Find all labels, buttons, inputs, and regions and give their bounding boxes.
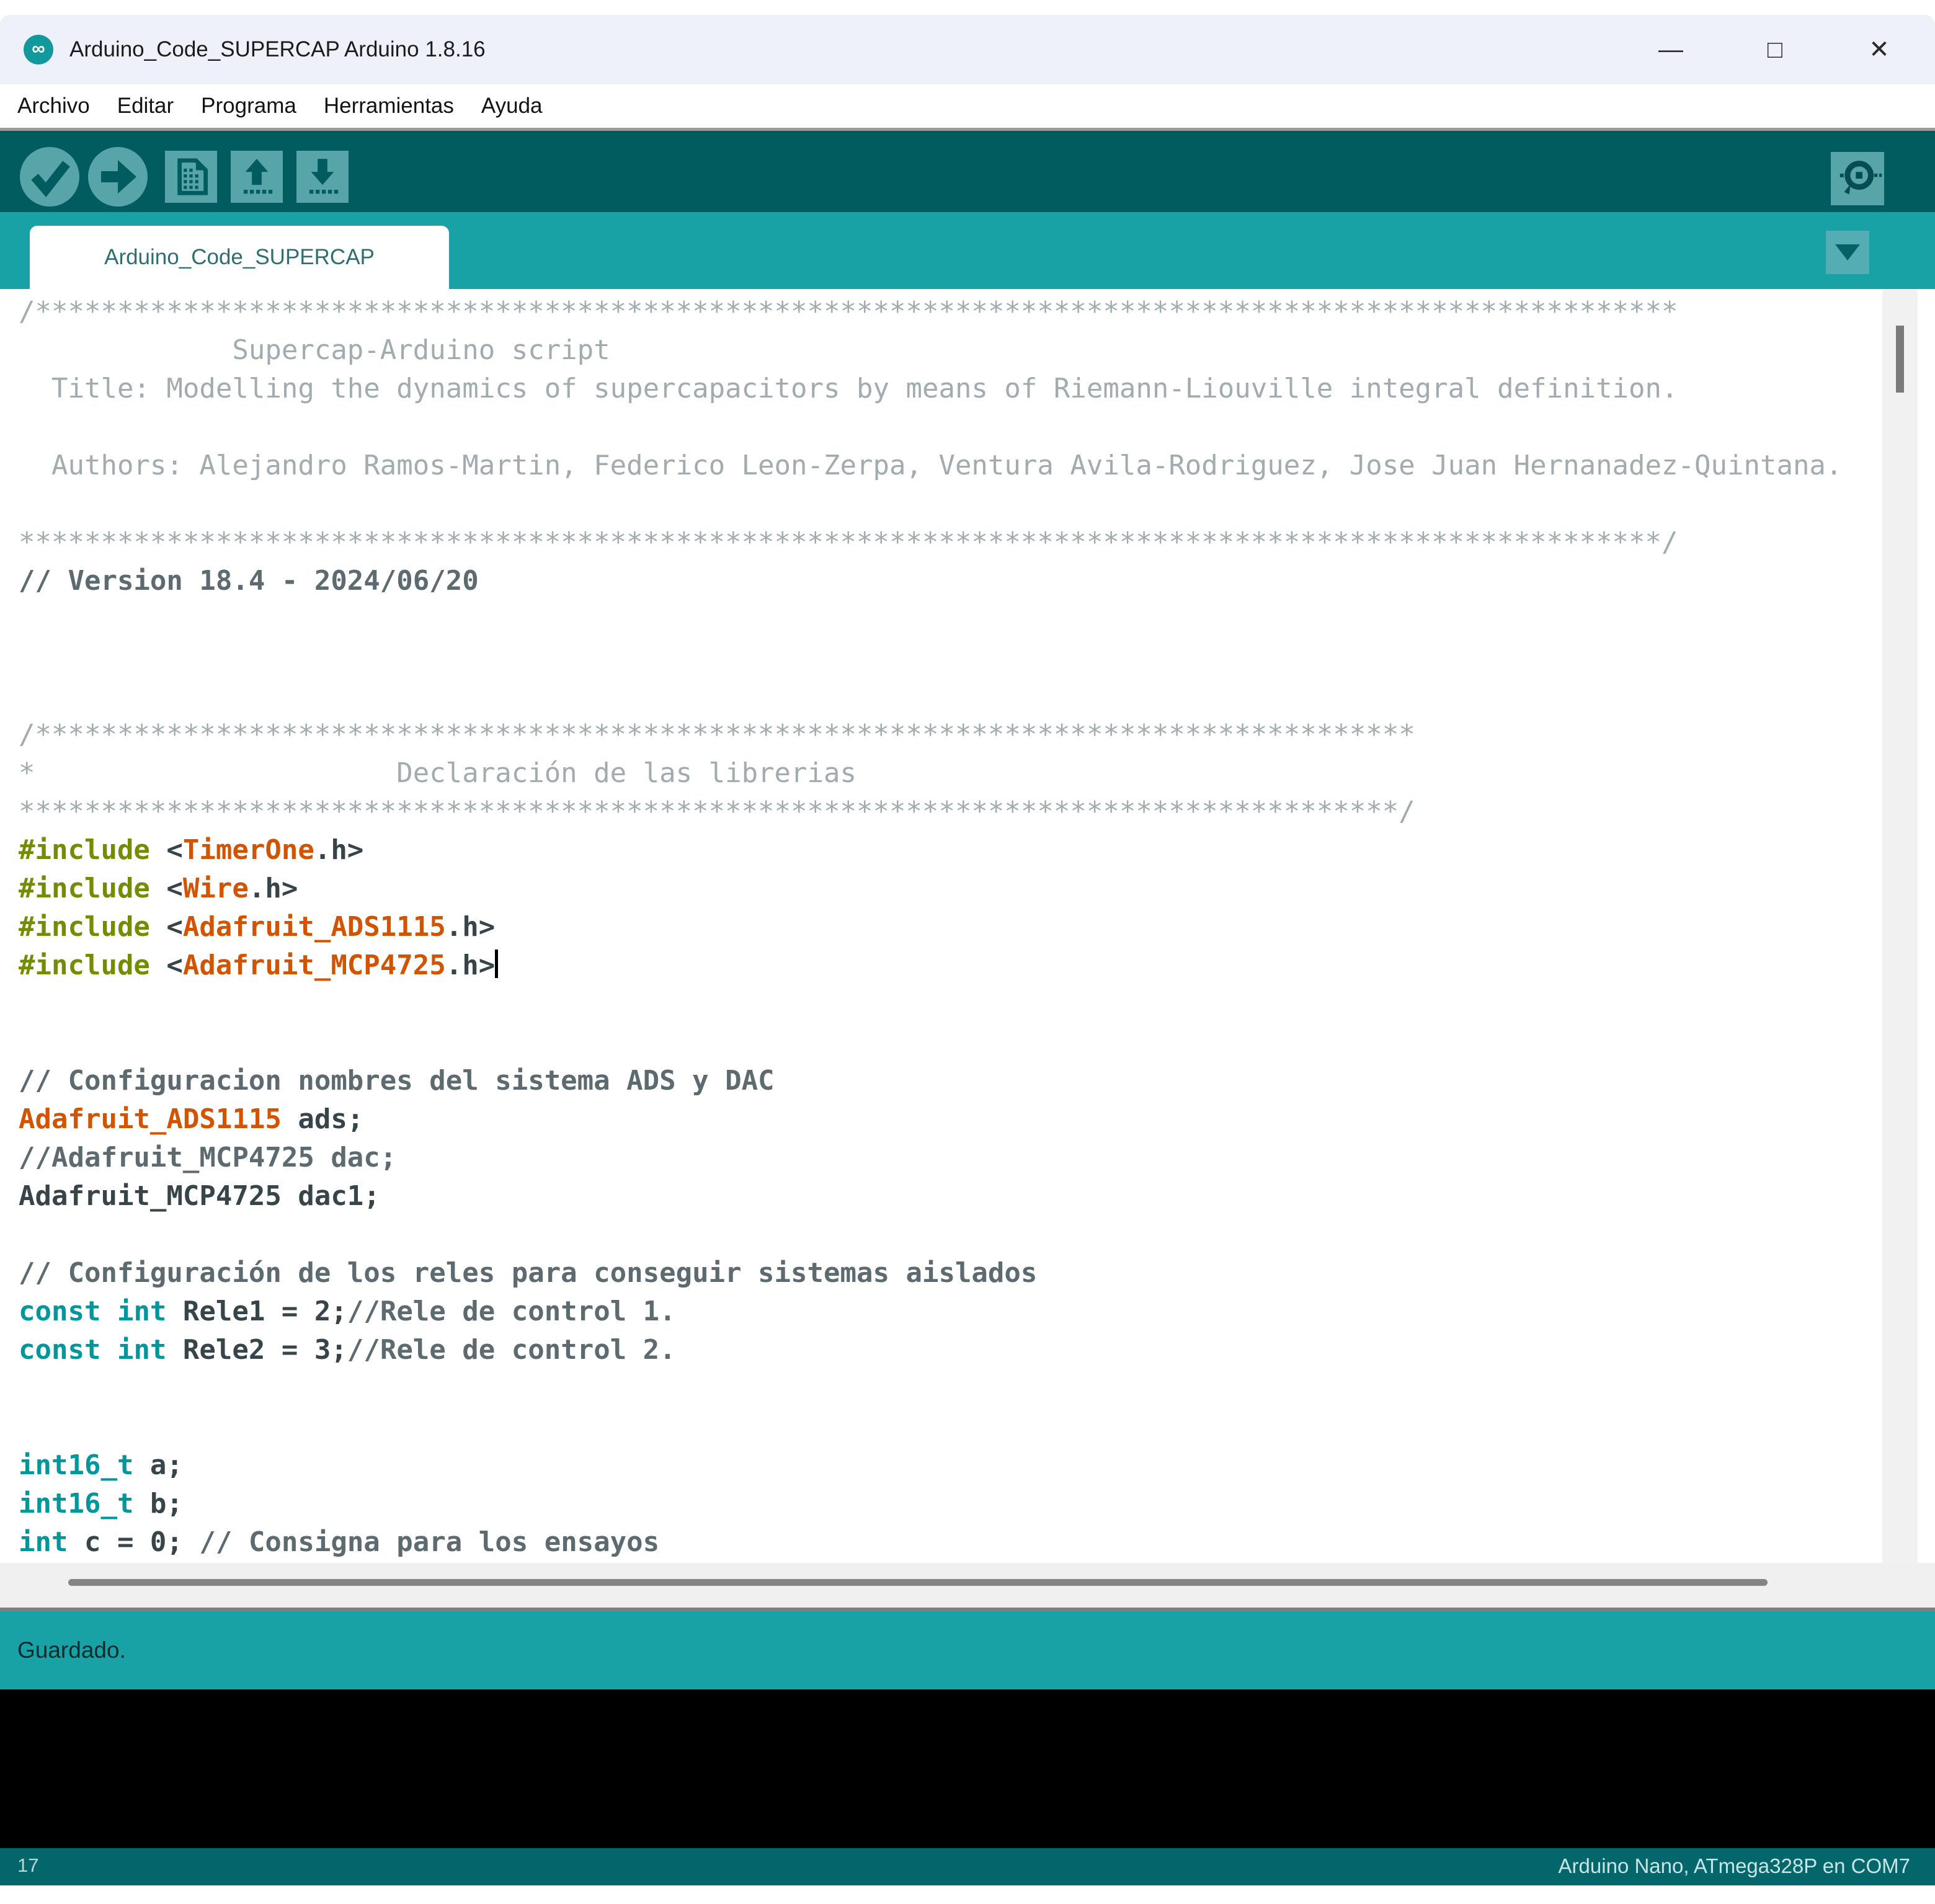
code-line: [19, 985, 1842, 1023]
serial-monitor-button[interactable]: [1831, 152, 1884, 205]
code-line: /***************************************…: [19, 293, 1842, 331]
vertical-scrollbar-track[interactable]: [1882, 289, 1918, 1563]
toolbar: [0, 128, 1935, 212]
code-line: // Configuración de los reles para conse…: [19, 1254, 1842, 1292]
menu-ayuda[interactable]: Ayuda: [481, 94, 543, 118]
code-line: [19, 1023, 1842, 1062]
menu-bar: Archivo Editar Programa Herramientas Ayu…: [0, 84, 1935, 128]
window-controls: — □ ✕: [1652, 15, 1898, 84]
verify-button[interactable]: [20, 147, 79, 207]
code-line: [19, 1408, 1842, 1446]
status-bar: Guardado.: [0, 1611, 1935, 1689]
cursor-line-number: 17: [17, 1854, 38, 1877]
code-line: // Version 18.4 - 2024/06/20: [19, 562, 1842, 600]
code-line: ****************************************…: [19, 793, 1842, 831]
code-line: int c = 0; // Consigna para los ensayos: [19, 1523, 1842, 1562]
code-line: /***************************************…: [19, 716, 1842, 754]
title-bar: ∞ Arduino_Code_SUPERCAP Arduino 1.8.16 —…: [0, 15, 1935, 84]
code-editor: /***************************************…: [0, 289, 1935, 1563]
code-line: int16_t a;: [19, 1446, 1842, 1485]
code-line: * Declaración de las librerias: [19, 754, 1842, 793]
tab-label: Arduino_Code_SUPERCAP: [104, 245, 375, 270]
menu-herramientas[interactable]: Herramientas: [324, 94, 454, 118]
code-area[interactable]: /***************************************…: [19, 293, 1842, 1562]
code-line: Supercap-Arduino script: [19, 331, 1842, 370]
code-line: [19, 408, 1842, 447]
menu-programa[interactable]: Programa: [201, 94, 296, 118]
close-icon[interactable]: ✕: [1861, 35, 1898, 64]
horizontal-scrollbar-track[interactable]: [0, 1563, 1935, 1608]
window-title: Arduino_Code_SUPERCAP Arduino 1.8.16: [69, 37, 486, 62]
code-line: // Configuracion nombres del sistema ADS…: [19, 1062, 1842, 1100]
tab-bar: Arduino_Code_SUPERCAP: [0, 212, 1935, 289]
code-line: [19, 639, 1842, 677]
save-sketch-button[interactable]: [296, 151, 349, 203]
menu-editar[interactable]: Editar: [117, 94, 174, 118]
code-line: ****************************************…: [19, 523, 1842, 562]
code-line: Authors: Alejandro Ramos-Martin, Federic…: [19, 447, 1842, 485]
code-line: [19, 1216, 1842, 1254]
arduino-ide-window: ∞ Arduino_Code_SUPERCAP Arduino 1.8.16 —…: [0, 0, 1935, 1904]
footer-bar: 17 Arduino Nano, ATmega328P en COM7: [0, 1848, 1935, 1885]
open-sketch-button[interactable]: [231, 151, 283, 203]
upload-button[interactable]: [88, 147, 148, 207]
horizontal-scrollbar-thumb[interactable]: [68, 1579, 1768, 1586]
code-line: #include <Adafruit_MCP4725.h>: [19, 946, 1842, 985]
new-sketch-button[interactable]: [165, 151, 217, 203]
minimize-icon[interactable]: —: [1652, 36, 1689, 64]
arduino-logo-icon: ∞: [24, 35, 53, 65]
maximize-icon[interactable]: □: [1756, 36, 1794, 64]
code-line: [19, 1369, 1842, 1408]
code-line: Title: Modelling the dynamics of superca…: [19, 370, 1842, 408]
code-line: [19, 677, 1842, 716]
console-output: [0, 1689, 1935, 1848]
code-line: Adafruit_MCP4725 dac1;: [19, 1177, 1842, 1216]
code-line: #include <Adafruit_ADS1115.h>: [19, 908, 1842, 946]
code-line: int16_t b;: [19, 1485, 1842, 1523]
code-line: #include <TimerOne.h>: [19, 831, 1842, 870]
chevron-down-icon: [1835, 244, 1860, 260]
vertical-scrollbar-thumb[interactable]: [1896, 326, 1904, 393]
code-line: [19, 600, 1842, 639]
tab-list-dropdown-button[interactable]: [1826, 231, 1869, 274]
menu-archivo[interactable]: Archivo: [17, 94, 90, 118]
code-line: [19, 485, 1842, 523]
code-line: const int Rele1 = 2;//Rele de control 1.: [19, 1292, 1842, 1331]
code-line: #include <Wire.h>: [19, 870, 1842, 908]
code-line: Adafruit_ADS1115 ads;: [19, 1100, 1842, 1139]
status-message: Guardado.: [17, 1637, 126, 1663]
tab-arduino-code-supercap[interactable]: Arduino_Code_SUPERCAP: [30, 226, 449, 289]
code-line: const int Rele2 = 3;//Rele de control 2.: [19, 1331, 1842, 1369]
text-caret: [495, 950, 498, 978]
code-line: //Adafruit_MCP4725 dac;: [19, 1139, 1842, 1177]
board-port-info: Arduino Nano, ATmega328P en COM7: [1559, 1854, 1910, 1878]
